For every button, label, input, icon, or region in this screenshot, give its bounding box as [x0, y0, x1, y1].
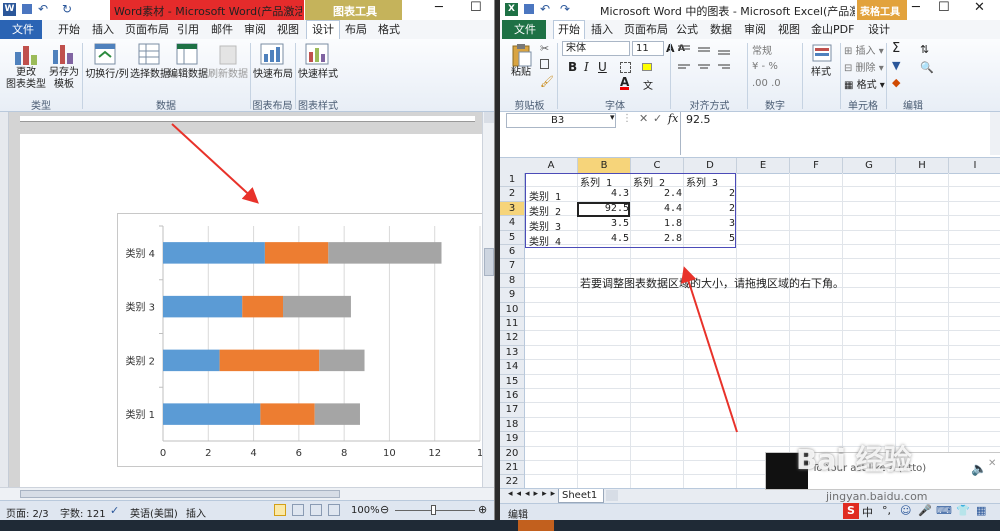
- arrow-to-chart: [171, 123, 259, 204]
- annotation-arrows: [171, 123, 738, 433]
- arrow-to-data-range: [681, 266, 738, 433]
